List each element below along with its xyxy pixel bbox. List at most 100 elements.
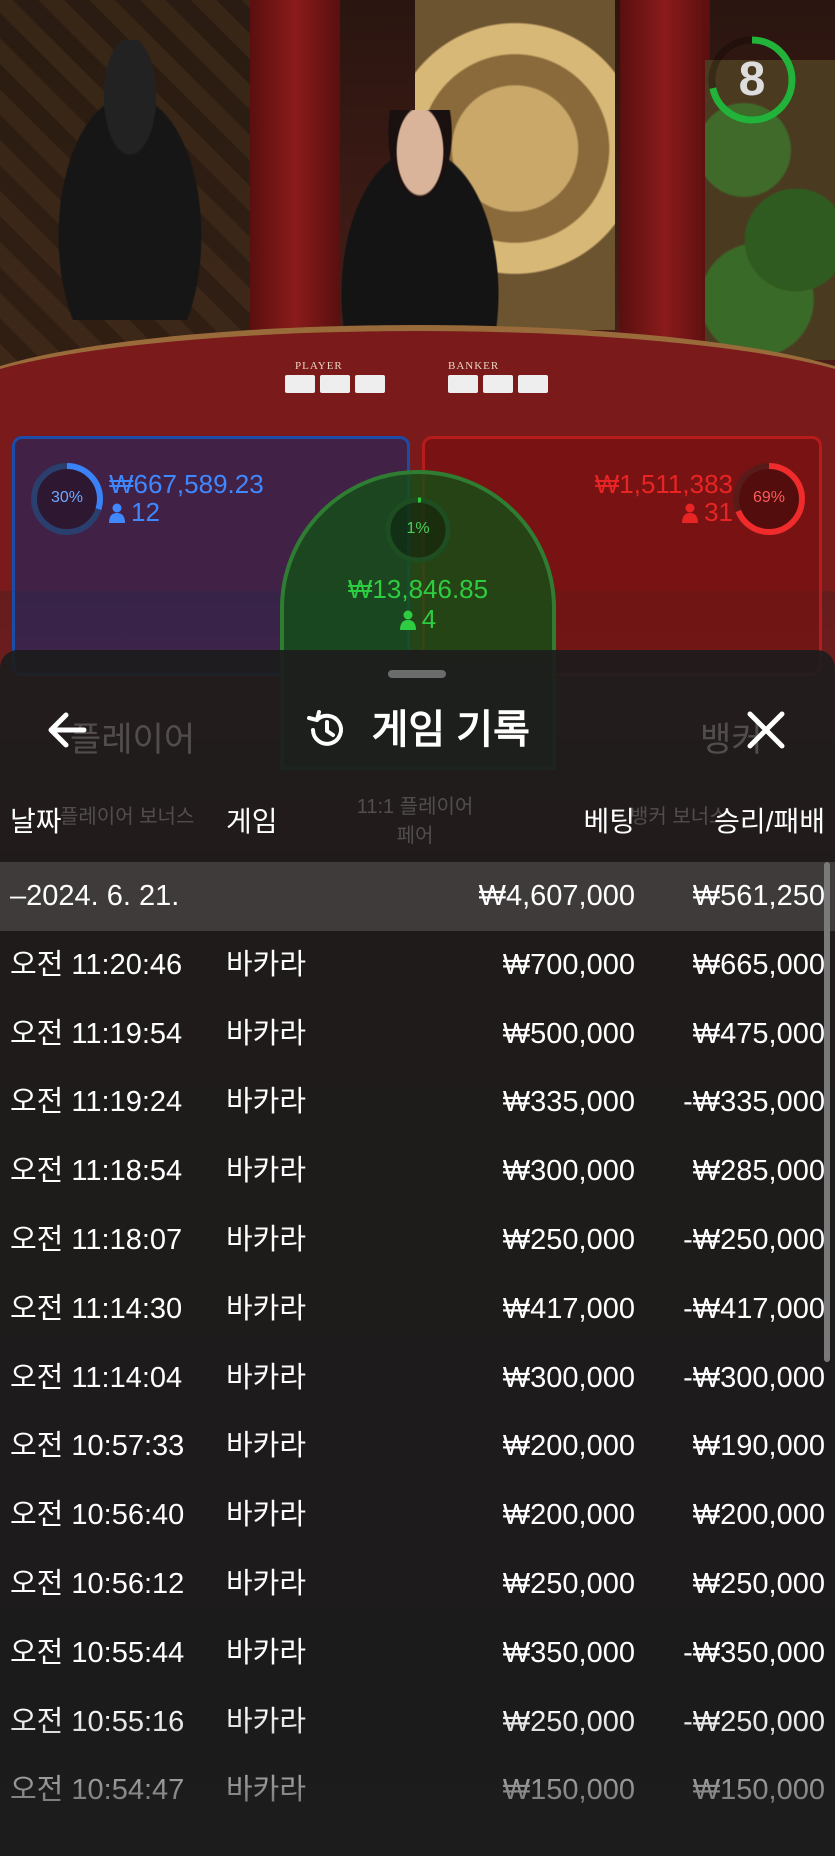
row-bet: ₩335,000 (502, 1086, 635, 1119)
history-row[interactable]: 오전 11:18:07 바카라 ₩250,000 -₩250,000 (0, 1206, 835, 1275)
history-row[interactable]: 오전 10:55:44 바카라 ₩350,000 -₩350,000 (0, 1619, 835, 1688)
row-game: 바카라 (226, 1774, 307, 1807)
row-date: 오전 10:56:40 (10, 1499, 185, 1532)
round-timer: 8 (706, 34, 798, 126)
date-summary-row[interactable]: –2024. 6. 21. ₩4,607,000 ₩561,250 (0, 862, 835, 931)
column-header-bet: 베팅 (583, 806, 635, 837)
banker-card (483, 375, 513, 393)
ghost-player-bonus: 플레이어 보너스 (60, 806, 195, 828)
row-date: 오전 10:55:16 (10, 1705, 185, 1738)
row-win-loss: ₩665,000 (692, 948, 825, 981)
row-win-loss: -₩350,000 (683, 1636, 825, 1669)
row-bet: ₩300,000 (502, 1361, 635, 1394)
history-row[interactable]: 오전 11:20:46 바카라 ₩700,000 ₩665,000 (0, 931, 835, 1000)
row-date: 오전 11:18:54 (10, 1155, 183, 1188)
banker-amount: ₩1,511,383 (594, 469, 733, 499)
row-bet: ₩500,000 (502, 1017, 635, 1050)
drag-handle[interactable] (388, 670, 446, 678)
row-game: 바카라 (226, 1086, 307, 1119)
banker-card (448, 375, 478, 393)
croupier-figure (30, 40, 230, 320)
player-card (285, 375, 315, 393)
tie-percent-ring: 1% (382, 494, 454, 566)
row-win-loss: -₩250,000 (683, 1223, 825, 1256)
history-row[interactable]: 오전 11:14:30 바카라 ₩417,000 -₩417,000 (0, 1275, 835, 1344)
ghost-player-pair: 11:1 플레이어 페어 (356, 796, 474, 847)
row-date: 오전 10:57:33 (10, 1430, 185, 1463)
row-game: 바카라 (226, 1705, 307, 1738)
player-percent: 30% (50, 489, 84, 506)
row-game: 바카라 (226, 1361, 307, 1394)
summary-bet: ₩4,607,000 (478, 880, 635, 912)
history-row[interactable]: 오전 10:56:40 바카라 ₩200,000 ₩200,000 (0, 1481, 835, 1550)
row-bet: ₩417,000 (502, 1292, 635, 1325)
row-game: 바카라 (226, 1430, 307, 1463)
banker-percent-ring: 69% (729, 459, 809, 539)
history-row[interactable]: 오전 11:14:04 바카라 ₩300,000 -₩300,000 (0, 1344, 835, 1413)
table-banker-label: BANKER (448, 360, 500, 372)
column-header-win-loss: 승리/패배 (714, 806, 825, 837)
row-bet: ₩300,000 (502, 1155, 635, 1188)
row-win-loss: ₩200,000 (692, 1499, 825, 1532)
history-row[interactable]: 오전 10:57:33 바카라 ₩200,000 ₩190,000 (0, 1412, 835, 1481)
ghost-banker-bonus: 뱅커 보너스 (630, 806, 728, 828)
row-date: 오전 11:19:24 (10, 1086, 183, 1119)
summary-win: ₩561,250 (692, 880, 825, 912)
row-bet: ₩200,000 (502, 1430, 635, 1463)
tie-amount: ₩13,846.85 (347, 574, 489, 604)
person-icon (399, 610, 416, 630)
row-date: 오전 11:19:54 (10, 1017, 183, 1050)
row-win-loss: -₩300,000 (683, 1361, 825, 1394)
summary-date: –2024. 6. 21. (10, 880, 180, 912)
row-game: 바카라 (226, 1499, 307, 1532)
banker-card (518, 375, 548, 393)
row-date: 오전 11:14:04 (10, 1361, 183, 1394)
table-player-label: PLAYER (295, 360, 343, 372)
row-date: 오전 11:14:30 (10, 1292, 183, 1325)
row-date: 오전 11:20:46 (10, 948, 183, 981)
banker-percent: 69% (752, 489, 786, 506)
tie-percent: 1% (406, 520, 430, 537)
row-win-loss: ₩475,000 (692, 1017, 825, 1050)
player-count-wrap: 12 (109, 497, 160, 528)
close-button[interactable] (736, 700, 796, 760)
history-row[interactable]: 오전 10:54:47 바카라 ₩150,000 ₩150,000 (0, 1756, 835, 1825)
history-row[interactable]: 오전 10:55:16 바카라 ₩250,000 -₩250,000 (0, 1688, 835, 1757)
tie-count-wrap: 4 (284, 604, 552, 635)
scrollbar[interactable] (824, 862, 830, 1362)
history-icon (307, 710, 344, 746)
row-win-loss: -₩417,000 (683, 1292, 825, 1325)
row-win-loss: ₩190,000 (692, 1430, 825, 1463)
row-game: 바카라 (226, 948, 307, 981)
tie-count: 4 (421, 604, 437, 634)
player-count: 12 (131, 497, 160, 527)
sheet-header: 게임 기록 (0, 702, 835, 758)
dealer-figure (320, 110, 520, 340)
player-card (355, 375, 385, 393)
row-date: 오전 10:54:47 (10, 1774, 185, 1807)
row-bet: ₩250,000 (502, 1223, 635, 1256)
row-bet: ₩250,000 (502, 1567, 635, 1600)
row-bet: ₩200,000 (502, 1499, 635, 1532)
row-game: 바카라 (226, 1636, 307, 1669)
row-win-loss: -₩250,000 (683, 1705, 825, 1738)
player-card (320, 375, 350, 393)
person-icon (682, 503, 699, 523)
history-table: –2024. 6. 21. ₩4,607,000 ₩561,250 오전 11:… (0, 862, 835, 1825)
row-win-loss: ₩150,000 (692, 1774, 825, 1807)
column-header-game: 게임 (226, 806, 278, 837)
player-percent-ring: 30% (27, 459, 107, 539)
timer-value: 8 (738, 53, 766, 106)
row-game: 바카라 (226, 1155, 307, 1188)
row-date: 오전 11:18:07 (10, 1223, 183, 1256)
row-date: 오전 10:56:12 (10, 1567, 185, 1600)
row-win-loss: ₩285,000 (692, 1155, 825, 1188)
history-row[interactable]: 오전 11:18:54 바카라 ₩300,000 ₩285,000 (0, 1137, 835, 1206)
game-history-sheet: 플레이어 뱅커 플레이어 보너스 11:1 플레이어 페어 뱅커 보너스 게임 … (0, 650, 835, 1856)
row-game: 바카라 (226, 1292, 307, 1325)
history-row[interactable]: 오전 11:19:24 바카라 ₩335,000 -₩335,000 (0, 1068, 835, 1137)
history-row[interactable]: 오전 10:56:12 바카라 ₩250,000 ₩250,000 (0, 1550, 835, 1619)
history-row[interactable]: 오전 11:19:54 바카라 ₩500,000 ₩475,000 (0, 1000, 835, 1069)
row-bet: ₩250,000 (502, 1705, 635, 1738)
row-win-loss: ₩250,000 (692, 1567, 825, 1600)
